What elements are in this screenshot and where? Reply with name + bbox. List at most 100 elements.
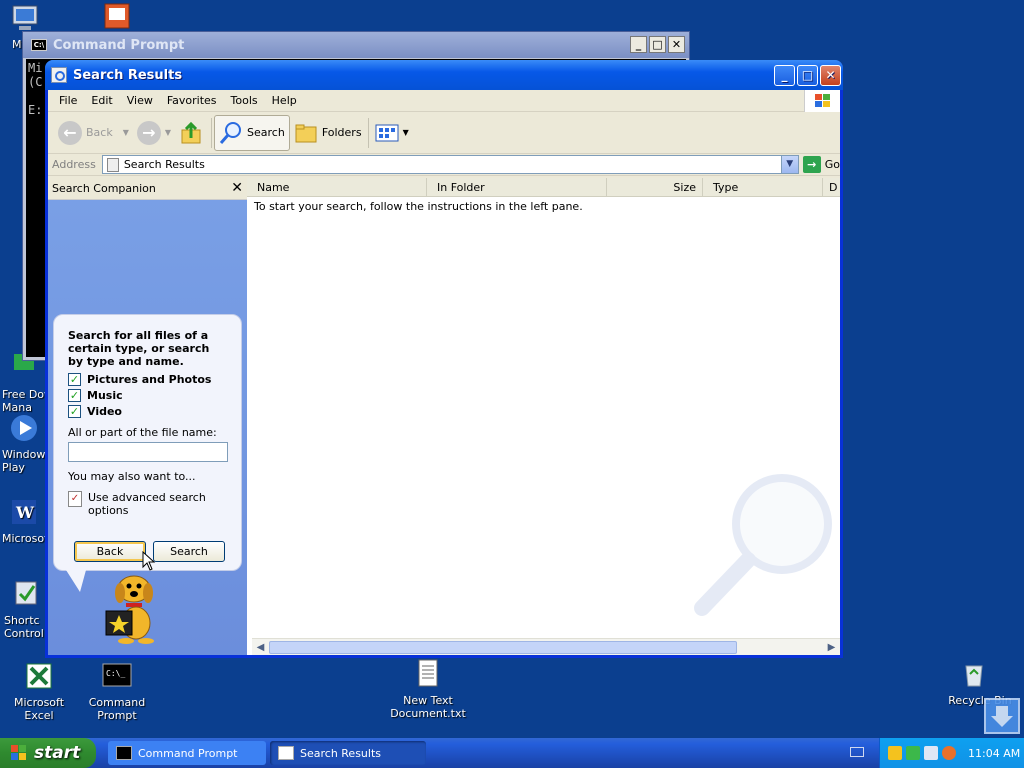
- toolbar-separator: [211, 117, 213, 148]
- magnifier-watermark-icon: [694, 474, 832, 616]
- desktop-icon-new-text-document[interactable]: New Text Document.txt: [389, 658, 467, 720]
- bubble-tail: [66, 570, 86, 592]
- checkbox-checked-icon[interactable]: ✓: [68, 404, 81, 418]
- desktop-icon-microsoft-excel[interactable]: Microsoft Excel: [0, 660, 78, 722]
- address-label: Address: [52, 158, 96, 171]
- up-folder-button[interactable]: [175, 115, 209, 151]
- address-dropdown-button[interactable]: ▼: [780, 156, 798, 173]
- menu-bar: File Edit View Favorites Tools Help: [48, 90, 840, 112]
- checkbox-label: Video: [87, 404, 122, 418]
- column-date[interactable]: D: [823, 178, 837, 197]
- filename-input[interactable]: [68, 442, 228, 462]
- search-results-icon: [106, 157, 119, 172]
- close-button[interactable]: ✕: [668, 36, 685, 53]
- text-file-icon: [412, 658, 444, 690]
- search-results-icon: [278, 746, 294, 760]
- command-prompt-titlebar[interactable]: C:\ Command Prompt: [23, 32, 689, 58]
- back-label: Back: [86, 126, 113, 139]
- results-pane[interactable]: Name In Folder Size Type D To start your…: [247, 178, 840, 655]
- address-input[interactable]: Search Results ▼: [101, 155, 799, 174]
- network-icon[interactable]: [906, 746, 920, 760]
- display-icon[interactable]: [924, 746, 938, 760]
- forward-button[interactable]: → ▼: [133, 115, 175, 151]
- search-button[interactable]: Search: [214, 114, 290, 151]
- go-button[interactable]: → Go: [802, 156, 840, 173]
- menu-file[interactable]: File: [52, 94, 84, 107]
- desktop-icon-label: Microsoft Excel: [13, 696, 65, 722]
- folders-icon: [295, 124, 317, 142]
- search-button[interactable]: Search: [153, 541, 225, 562]
- svg-text:C:\_: C:\_: [106, 669, 125, 678]
- maximize-button[interactable]: □: [797, 65, 818, 86]
- desktop-icon-label: Shortc Control: [4, 614, 44, 640]
- checkbox-checked-icon[interactable]: ✓: [68, 372, 81, 386]
- command-prompt-icon: [116, 746, 132, 760]
- column-in-folder[interactable]: In Folder: [427, 178, 607, 197]
- go-arrow-icon: →: [802, 156, 821, 173]
- menu-edit[interactable]: Edit: [84, 94, 119, 107]
- chevron-down-icon: ▼: [122, 128, 129, 137]
- menu-view[interactable]: View: [120, 94, 160, 107]
- checkbox-pictures[interactable]: ✓ Pictures and Photos: [68, 371, 227, 387]
- search-companion-title: Search Companion: [52, 182, 156, 195]
- search-icon: [219, 121, 242, 144]
- start-button[interactable]: start: [0, 738, 96, 768]
- search-instructions: Search for all files of a certain type, …: [68, 329, 210, 368]
- search-window-icon: [51, 67, 67, 83]
- window-content: Search Companion ✕ Search for all files …: [48, 178, 840, 655]
- desktop-icon-command-prompt[interactable]: C:\_ Command Prompt: [78, 660, 156, 722]
- folders-label: Folders: [321, 126, 362, 139]
- taskbar-item-command-prompt[interactable]: Command Prompt: [108, 741, 266, 765]
- checkbox-video[interactable]: ✓ Video: [68, 403, 227, 419]
- checkbox-checked-icon[interactable]: ✓: [68, 388, 81, 402]
- desktop-icon-label: New Text Document.txt: [390, 694, 466, 720]
- back-button[interactable]: ← Back ▼: [54, 115, 133, 151]
- keyboard-icon[interactable]: [850, 747, 864, 757]
- checkbox-label: Music: [87, 388, 123, 402]
- search-options-panel: Search for all files of a certain type, …: [53, 314, 242, 592]
- go-label: Go: [824, 158, 840, 171]
- empty-results-message: To start your search, follow the instruc…: [254, 200, 583, 213]
- advanced-options-icon: ✓: [68, 491, 82, 507]
- chevron-down-icon: ▼: [164, 128, 172, 137]
- security-shield-icon[interactable]: [888, 746, 902, 760]
- clock[interactable]: 11:04 AM: [968, 747, 1020, 760]
- menu-favorites[interactable]: Favorites: [160, 94, 224, 107]
- desktop: My Free Dov Mana Windows Play W Microsof…: [0, 0, 1024, 738]
- close-button[interactable]: ✕: [820, 65, 841, 86]
- back-button[interactable]: Back: [74, 541, 146, 562]
- search-tray-icon[interactable]: [942, 746, 956, 760]
- checkbox-music[interactable]: ✓ Music: [68, 387, 227, 403]
- taskbar-item-search-results[interactable]: Search Results: [270, 741, 426, 765]
- scrollbar-thumb[interactable]: [269, 641, 737, 654]
- media-player-icon: [8, 412, 40, 444]
- close-pane-icon[interactable]: ✕: [231, 180, 243, 196]
- advanced-search-link[interactable]: ✓ Use advanced search options: [68, 491, 227, 517]
- address-value: Search Results: [123, 158, 205, 171]
- column-name[interactable]: Name: [247, 178, 427, 197]
- window-title: Command Prompt: [53, 37, 185, 53]
- views-button[interactable]: ▼: [371, 115, 413, 151]
- horizontal-scrollbar[interactable]: ◀ ▶: [252, 638, 840, 655]
- scroll-left-icon[interactable]: ◀: [252, 639, 269, 656]
- menu-help[interactable]: Help: [265, 94, 304, 107]
- column-type[interactable]: Type: [703, 178, 823, 197]
- minimize-button[interactable]: _: [630, 36, 647, 53]
- folders-button[interactable]: Folders: [290, 115, 366, 151]
- maximize-button[interactable]: □: [649, 36, 666, 53]
- filename-label: All or part of the file name:: [68, 426, 217, 439]
- search-label: Search: [247, 126, 285, 139]
- svg-text:W: W: [15, 503, 35, 522]
- search-results-window[interactable]: Search Results _ □ ✕ File Edit View Favo…: [45, 60, 843, 658]
- minimize-button[interactable]: _: [774, 65, 795, 86]
- excel-icon: [23, 660, 55, 692]
- search-results-titlebar[interactable]: Search Results _ □ ✕: [45, 60, 843, 90]
- menu-tools[interactable]: Tools: [224, 94, 265, 107]
- column-size[interactable]: Size: [607, 178, 703, 197]
- chevron-down-icon: ▼: [402, 128, 409, 137]
- download-overlay-icon[interactable]: [984, 698, 1020, 734]
- system-tray: 11:04 AM: [879, 738, 1024, 768]
- presentation-icon: [101, 2, 133, 34]
- scroll-right-icon[interactable]: ▶: [823, 639, 840, 656]
- windows-logo-icon: [11, 745, 26, 760]
